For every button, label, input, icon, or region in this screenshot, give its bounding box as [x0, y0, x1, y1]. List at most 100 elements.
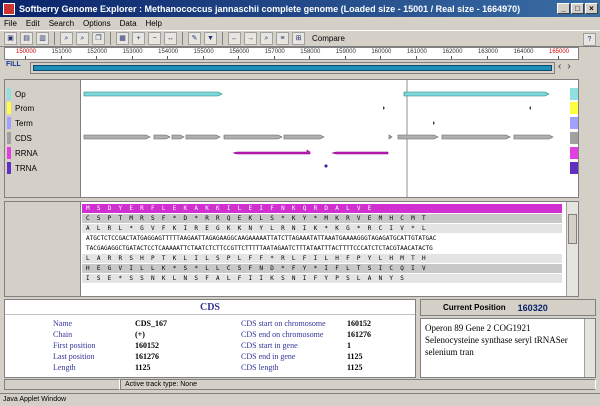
ruler-tick-mark [415, 56, 417, 59]
fill-button[interactable]: FILL [6, 61, 21, 68]
ruler-tick-label: 153000 [122, 49, 143, 55]
track-plot[interactable] [82, 80, 565, 197]
scroll-right-icon[interactable]: › [567, 61, 570, 72]
feature-description: Operon 89 Gene 2 COG1921 Selenocysteine … [420, 318, 596, 378]
cds-feature [223, 134, 283, 140]
scroll-left-icon[interactable]: ‹ [558, 61, 561, 72]
fit-icon[interactable]: ↔ [164, 32, 177, 45]
current-position-label: Current Position [443, 303, 506, 312]
ruler-tick-mark [522, 56, 524, 59]
ruler-tick-label: 161000 [406, 49, 427, 55]
menu-edit[interactable]: Edit [26, 19, 40, 28]
ruler-tick-label: 164000 [513, 49, 534, 55]
position-ruler: 150000 151000 152000 153000 154000 155000 1560… [4, 47, 579, 60]
save-icon[interactable]: ▣ [4, 32, 17, 45]
info-row: CDS start in gene 1 [241, 341, 351, 350]
help-icon[interactable]: ? [583, 33, 596, 46]
track-panel: Op Prom Term CDS RRNA TRNA [4, 79, 579, 198]
navigator-thumb[interactable] [33, 65, 552, 71]
translation-row: L A R R S H P T K L I L S P L F F * R L … [82, 254, 562, 264]
ruler-tick-label: 163000 [477, 49, 498, 55]
ruler-tick-mark [380, 56, 382, 59]
cds-feature [153, 134, 171, 140]
info-row: Length 1125 [53, 363, 151, 372]
op-feature [83, 91, 223, 97]
track-label-prom[interactable]: Prom [7, 102, 34, 114]
ruler-tick-label: 160000 [371, 49, 392, 55]
translation-row: A L R L * G V F K I R E G K K N Y L R N … [82, 224, 562, 234]
info-row: Last position 161276 [53, 352, 159, 361]
sequence-view[interactable]: M S D Y E R F L E K A K K I L E I F N K … [82, 204, 562, 294]
find-icon[interactable]: ⌕ [60, 32, 73, 45]
zoom-out-icon[interactable]: − [148, 32, 161, 45]
navigator-scrollbar[interactable] [30, 62, 555, 74]
rows-icon[interactable]: ≡ [276, 32, 289, 45]
open-icon[interactable]: ▤ [20, 32, 33, 45]
minimize-button[interactable]: _ [557, 3, 570, 14]
menu-file[interactable]: File [4, 19, 17, 28]
track-swatch [7, 117, 11, 129]
ruler-tick-label: 152000 [87, 49, 108, 55]
columns-icon[interactable]: ⊞ [292, 32, 305, 45]
tools-icon[interactable]: ✎ [188, 32, 201, 45]
track-swatch [7, 147, 11, 159]
dna-forward-strand: ATGCTCTCCGACTATGAGGAGTTTTTAAGAATTAGAGAAG… [82, 234, 562, 244]
info-row: CDS length 1125 [241, 363, 363, 372]
cds-feature [185, 134, 221, 140]
ruler-tick-mark [309, 56, 311, 59]
track-label-rrna[interactable]: RRNA [7, 147, 38, 159]
rrna-feature [331, 151, 389, 155]
feature-info-panel: CDS Name CDS_167 Chain (+) First position 1… [4, 299, 416, 378]
close-button[interactable]: × [585, 3, 598, 14]
menu-options[interactable]: Options [83, 19, 111, 28]
find-next-icon[interactable]: ⌕ [76, 32, 89, 45]
track-label-trna[interactable]: TRNA [7, 162, 37, 174]
cds-feature [441, 134, 511, 140]
ruler-tick-label: 165000 [549, 49, 570, 55]
track-label-op[interactable]: Op [7, 88, 26, 100]
trna-feature [324, 164, 328, 168]
ruler-tick-label: 159000 [335, 49, 356, 55]
info-row: CDS end in gene 1125 [241, 352, 363, 361]
print-icon[interactable]: ▥ [36, 32, 49, 45]
description-scrollbar[interactable] [584, 319, 595, 377]
rrna-feature [232, 149, 311, 155]
compare-button[interactable]: Compare [312, 34, 345, 43]
ruler-tick-mark [238, 56, 240, 59]
cds-feature [397, 134, 439, 140]
zoom-in-icon[interactable]: + [132, 32, 145, 45]
track-swatch-right [570, 147, 578, 159]
op-feature [403, 91, 550, 97]
ruler-tick-mark [344, 56, 346, 59]
track-label-term[interactable]: Term [7, 117, 33, 129]
menu-help[interactable]: Help [146, 19, 162, 28]
track-label-cds[interactable]: CDS [7, 132, 32, 144]
grid-icon[interactable]: ▦ [116, 32, 129, 45]
sequence-scroll-thumb[interactable] [568, 214, 577, 244]
search-icon[interactable]: ⌕ [260, 32, 273, 45]
filter-icon[interactable]: ▼ [204, 32, 217, 45]
window-title: Softberry Genome Explorer : Methanococcu… [19, 3, 521, 14]
prom-feature [529, 106, 531, 110]
copy-icon[interactable]: ❐ [92, 32, 105, 45]
info-row: First position 160152 [53, 341, 159, 350]
back-icon[interactable]: ← [228, 32, 241, 45]
feature-info-title: CDS [5, 300, 415, 315]
cds-feature [83, 134, 151, 140]
term-feature [433, 121, 435, 125]
cds-feature [388, 134, 393, 140]
track-swatch-right [570, 117, 578, 129]
maximize-button[interactable]: □ [571, 3, 584, 14]
translation-row-selected: M S D Y E R F L E K A K K I L E I F N K … [82, 204, 562, 214]
sequence-scrollbar[interactable] [566, 202, 578, 296]
ruler-tick-mark [25, 56, 26, 59]
menu-bar: File Edit Search Options Data Help [0, 17, 600, 30]
track-swatch [7, 162, 11, 174]
track-swatch [7, 132, 11, 144]
ruler-tick-mark [60, 56, 62, 59]
current-position-value: 160320 [517, 302, 548, 313]
forward-icon[interactable]: → [244, 32, 257, 45]
ruler-tick-label: 155000 [193, 49, 214, 55]
menu-search[interactable]: Search [49, 19, 74, 28]
menu-data[interactable]: Data [120, 19, 137, 28]
